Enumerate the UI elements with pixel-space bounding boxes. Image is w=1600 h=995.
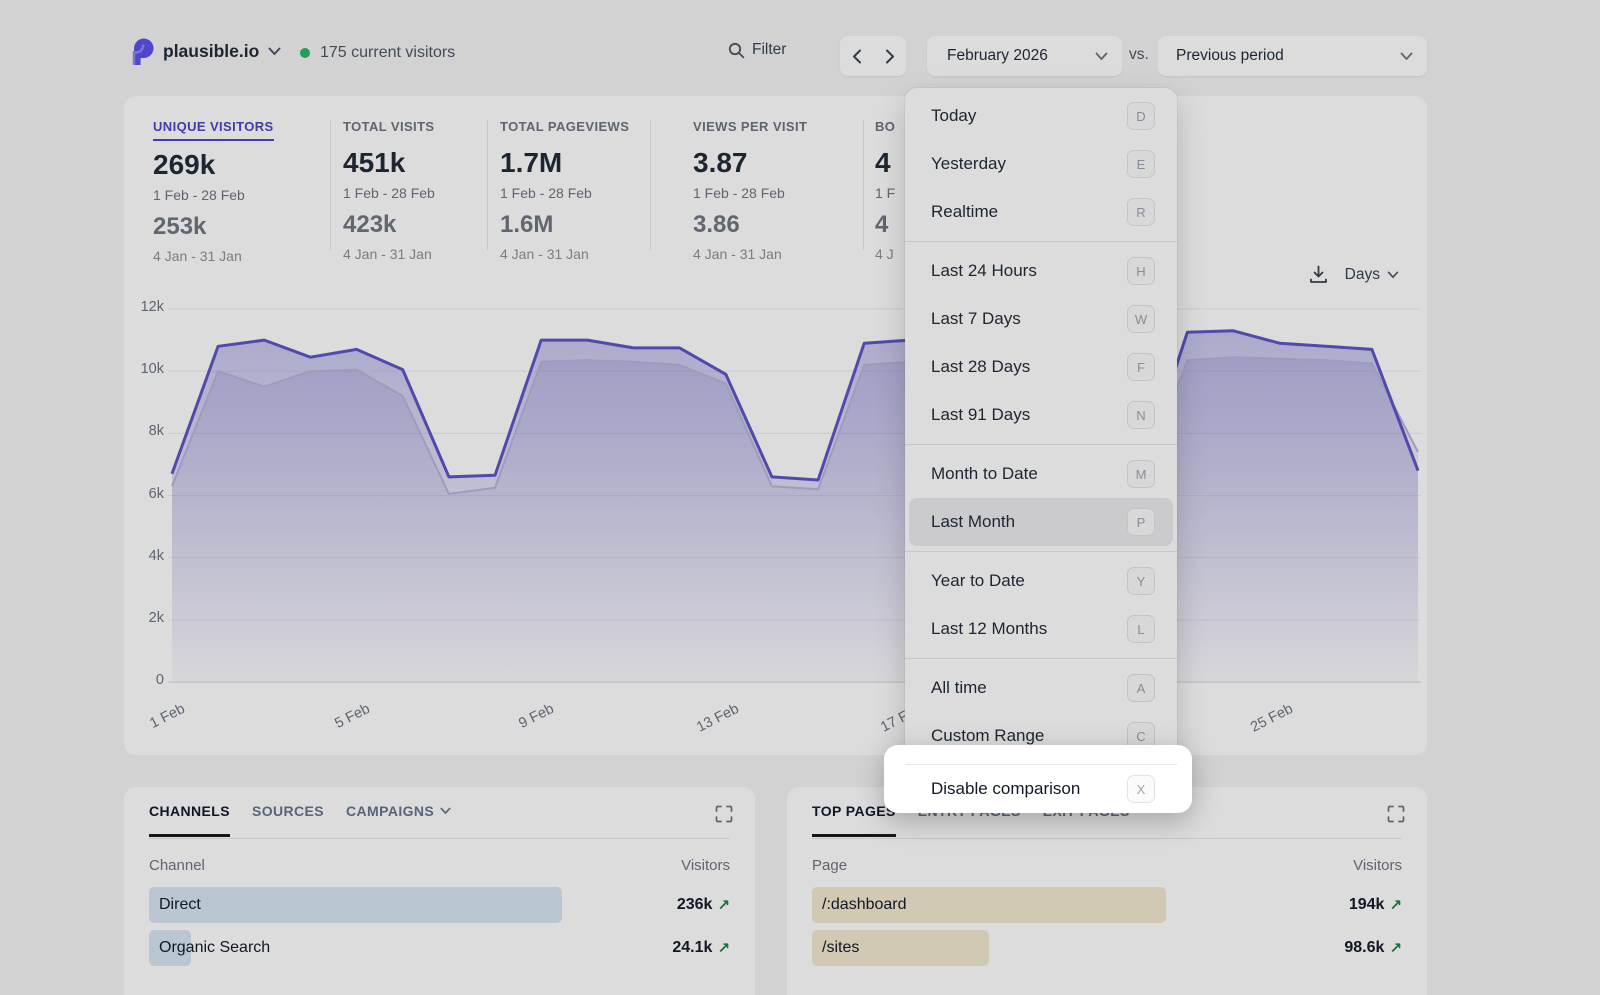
hotkey-badge: X (1127, 775, 1155, 803)
menu-item-label: Disable comparison (931, 779, 1080, 799)
plausible-dashboard: plausible.io 175 current visitors Filter… (0, 0, 1600, 995)
disable-comparison-spotlight: Disable comparison X (884, 745, 1192, 813)
menu-item-disable-comparison[interactable]: Disable comparison X (884, 765, 1192, 813)
dim-overlay (0, 0, 1600, 995)
